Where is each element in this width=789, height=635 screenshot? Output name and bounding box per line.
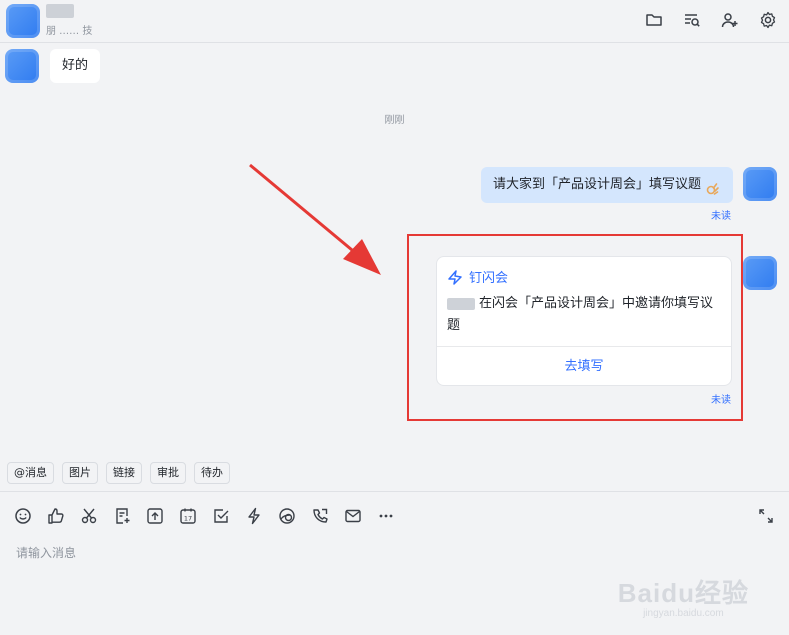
quick-action-mention[interactable]: @消息 [7,462,54,484]
quick-action-todo[interactable]: 待办 [194,462,230,484]
incoming-message-bubble[interactable]: 好的 [50,49,101,83]
card-header: 钉闪会 [447,267,508,286]
self-avatar-card[interactable] [743,256,777,290]
more-icon[interactable] [375,505,397,527]
inviter-name-redacted [447,297,475,310]
folder-icon[interactable] [643,9,665,31]
sticker-icon[interactable] [276,505,298,527]
outgoing-unread-status[interactable]: 未读 [711,207,731,222]
baidu-jingyan-watermark: Baidu经验 jingyan.baidu.com [618,573,749,619]
message-timestamp: 刚刚 [384,115,405,126]
mail-icon[interactable] [342,505,364,527]
checkbox-icon[interactable] [210,505,232,527]
quick-action-link[interactable]: 链接 [106,462,142,484]
fill-in-button[interactable]: 去填写 [437,347,731,387]
message-input[interactable] [14,540,758,566]
self-avatar[interactable] [743,167,777,201]
flash-meeting-icon [447,269,463,285]
sender-avatar[interactable] [5,49,39,83]
add-member-icon[interactable] [719,9,741,31]
chat-header: 朋 …… 技 [0,0,789,43]
quick-action-image[interactable]: 图片 [62,462,98,484]
ok-hand-emoji-icon [705,177,721,195]
outgoing-message-text: 请大家到「产品设计周会」填写议题 [492,177,701,192]
composer-toolbar: 17 [12,505,397,527]
quick-actions: @消息 图片 链接 审批 待办 [7,462,230,484]
card-body: 在闪会「产品设计周会」中邀请你填写议题 [447,293,723,337]
quick-action-approval[interactable]: 审批 [150,462,186,484]
calendar-icon[interactable]: 17 [177,505,199,527]
outgoing-message-bubble[interactable]: 请大家到「产品设计周会」填写议题 [480,167,733,203]
calendar-day-number: 17 [184,515,192,523]
search-list-icon[interactable] [681,9,703,31]
card-unread-status[interactable]: 未读 [711,391,731,406]
card-app-name: 钉闪会 [469,271,509,286]
contact-subtitle: 朋 …… 技 [46,26,93,37]
emoji-icon[interactable] [12,505,34,527]
gear-icon[interactable] [757,9,779,31]
lightning-icon[interactable] [243,505,265,527]
doc-add-icon[interactable] [111,505,133,527]
header-actions [643,9,779,31]
contact-avatar[interactable] [6,4,40,38]
phone-icon[interactable] [309,505,331,527]
watermark-main: Baidu经验 [617,578,749,608]
contact-name-redacted [46,4,74,18]
upload-icon[interactable] [144,505,166,527]
scissors-icon[interactable] [78,505,100,527]
meeting-invite-card[interactable]: 钉闪会 在闪会「产品设计周会」中邀请你填写议题 去填写 [436,256,732,386]
composer-divider [0,491,789,492]
thumbs-up-icon[interactable] [45,505,67,527]
card-body-text: 在闪会「产品设计周会」中邀请你填写议题 [447,296,714,333]
expand-icon[interactable] [755,505,777,527]
